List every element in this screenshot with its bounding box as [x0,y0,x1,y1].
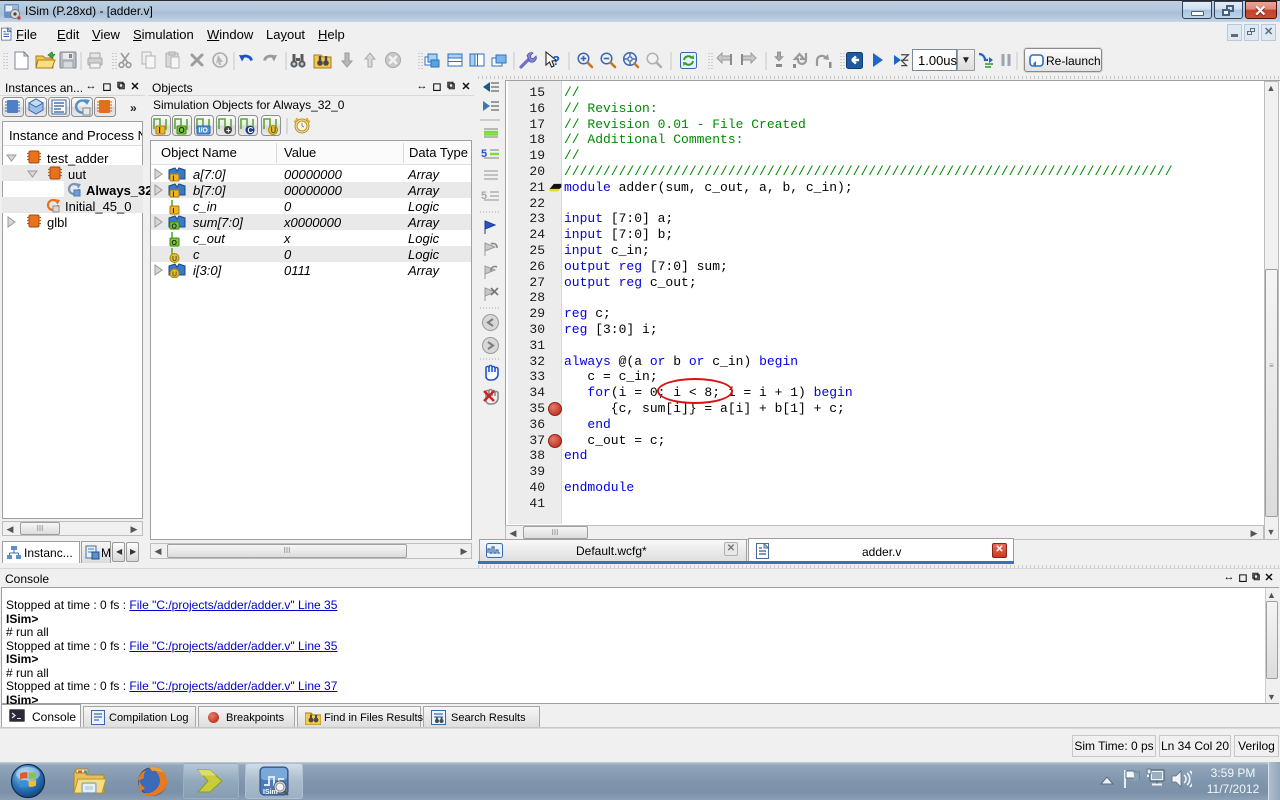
svg-text:I: I [173,192,175,199]
svg-text:O: O [172,224,178,231]
svg-text:U: U [271,126,277,135]
svg-text:ISim: ISim [263,789,278,796]
svg-text:O: O [172,240,178,247]
svg-text:U: U [172,256,177,263]
svg-text:I: I [173,176,175,183]
svg-text:O: O [179,126,185,135]
svg-text:+: + [226,126,231,135]
svg-text:C: C [248,126,254,135]
svg-text:I/O: I/O [199,128,209,135]
svg-text:I: I [159,126,161,135]
svg-text:I: I [173,208,175,215]
svg-text:U: U [172,272,177,279]
svg-text:?: ? [552,53,560,68]
